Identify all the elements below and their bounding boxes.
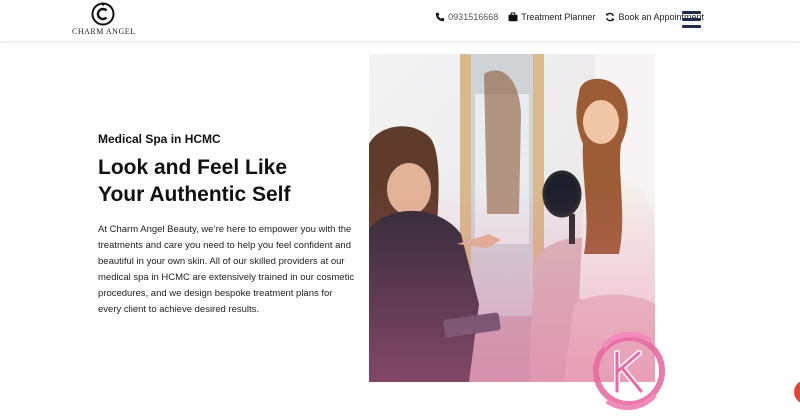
- menu-bar: [682, 25, 701, 28]
- intro-section: Medical Spa in HCMC Look and Feel Like Y…: [98, 132, 358, 318]
- page-headline: Look and Feel Like Your Authentic Self: [98, 154, 358, 208]
- menu-bar: [682, 11, 701, 14]
- refresh-icon: [606, 12, 615, 22]
- headline-line-1: Look and Feel Like: [98, 156, 288, 179]
- section-eyebrow: Medical Spa in HCMC: [98, 132, 221, 146]
- phone-link[interactable]: 0931516668: [435, 12, 498, 22]
- phone-number: 0931516668: [448, 12, 499, 22]
- menu-bar: [682, 18, 701, 21]
- intro-paragraph: At Charm Angel Beauty, we’re here to emp…: [98, 224, 355, 315]
- logo-text: CHARM ANGEL: [72, 27, 136, 36]
- phone-icon: [435, 12, 445, 22]
- site-header: CHARM ANGEL 0931516668 Treatment Planner…: [0, 0, 800, 41]
- headline-line-2: Your Authentic Self: [98, 183, 291, 206]
- briefcase-icon: [508, 12, 518, 22]
- treatment-planner-label: Treatment Planner: [521, 12, 596, 22]
- header-nav: 0931516668 Treatment Planner Book an App…: [435, 12, 704, 22]
- chat-button[interactable]: [794, 380, 800, 404]
- logo-mark-icon: [91, 2, 115, 26]
- brand-badge-icon: [593, 332, 665, 410]
- charm-angel-logo[interactable]: CHARM ANGEL: [72, 2, 136, 40]
- treatment-planner-link[interactable]: Treatment Planner: [508, 12, 595, 22]
- hamburger-menu-icon[interactable]: [682, 11, 701, 28]
